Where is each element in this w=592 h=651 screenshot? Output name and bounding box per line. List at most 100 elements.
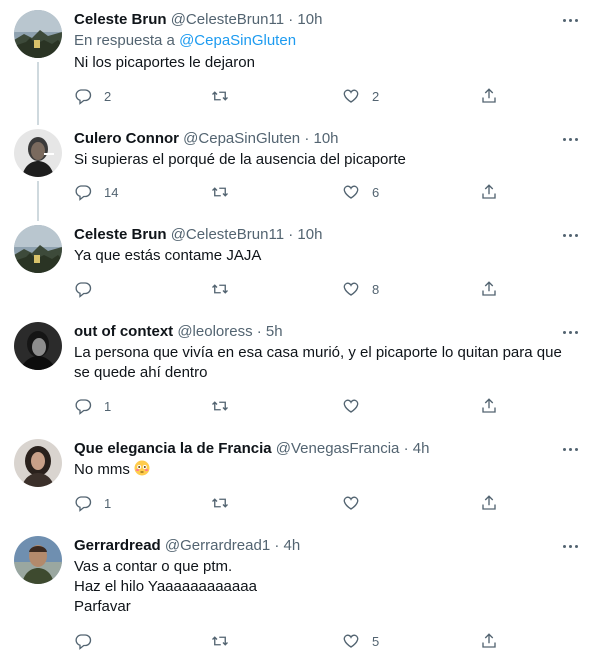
more-options-icon[interactable] <box>558 129 582 149</box>
tweet-actions: 2 2 <box>74 86 504 106</box>
display-name[interactable]: Celeste Brun <box>74 11 167 28</box>
timestamp[interactable]: · 10h <box>304 130 338 147</box>
tweet-header: Gerrardread @Gerrardread1 · 4h <box>74 536 300 556</box>
tweet-text: La persona que vivía en esa casa murió, … <box>74 343 562 383</box>
like-button[interactable]: 5 <box>342 631 379 651</box>
avatar[interactable] <box>14 129 62 177</box>
reply-button[interactable] <box>74 279 104 299</box>
heart-icon <box>343 89 359 103</box>
tweet-text: Si supieras el porqué de la ausencia del… <box>74 150 406 170</box>
tweet-actions: 14 6 <box>74 182 504 202</box>
tweet-actions: 8 <box>74 279 504 299</box>
retweet-button[interactable] <box>211 631 241 651</box>
display-name[interactable]: Que elegancia la de Francia <box>74 440 272 457</box>
retweet-icon <box>212 91 228 101</box>
tweet-text: Ya que estás contame JAJA <box>74 246 261 266</box>
avatar[interactable] <box>14 439 62 487</box>
display-name[interactable]: Culero Connor <box>74 130 179 147</box>
avatar[interactable] <box>14 536 62 584</box>
retweet-button[interactable] <box>211 279 241 299</box>
handle[interactable]: @CepaSinGluten <box>183 130 300 147</box>
display-name[interactable]: Gerrardread <box>74 537 161 554</box>
share-icon <box>482 88 496 103</box>
tweet[interactable]: Celeste Brun @CelesteBrun11 · 10h Ya que… <box>0 206 592 305</box>
reply-button[interactable] <box>74 631 104 651</box>
retweet-button[interactable] <box>211 182 241 202</box>
tweet[interactable]: Gerrardread @Gerrardread1 · 4h Vas a con… <box>0 536 592 650</box>
tweet-text-line: Si supieras el porqué de la ausencia del… <box>74 151 406 168</box>
like-button[interactable] <box>342 396 372 416</box>
like-count: 8 <box>372 281 380 297</box>
heart-icon <box>343 634 359 648</box>
share-icon <box>482 633 496 648</box>
display-name[interactable]: Celeste Brun <box>74 226 167 243</box>
tweet[interactable]: out of context @leoloress · 5h La person… <box>0 322 592 422</box>
more-options-icon[interactable] <box>558 322 582 342</box>
reply-button[interactable]: 1 <box>74 396 111 416</box>
timestamp[interactable]: · 4h <box>404 440 430 457</box>
heart-icon <box>343 399 359 413</box>
like-button[interactable] <box>342 493 372 513</box>
retweet-button[interactable] <box>211 396 241 416</box>
like-button[interactable]: 2 <box>342 86 379 106</box>
share-icon <box>482 281 496 296</box>
more-options-icon[interactable] <box>558 10 582 30</box>
tweet-actions: 1 <box>74 493 504 513</box>
avatar[interactable] <box>14 322 62 370</box>
retweet-button[interactable] <box>211 86 241 106</box>
tweet-text-line: La persona que vivía en esa casa murió, … <box>74 344 562 361</box>
timestamp[interactable]: · 5h <box>257 323 283 340</box>
handle[interactable]: @Gerrardread1 <box>165 537 270 554</box>
handle[interactable]: @CelesteBrun11 <box>171 226 284 243</box>
tweet-text-line: Vas a contar o que ptm. <box>74 558 233 575</box>
share-button[interactable] <box>480 182 498 202</box>
avatar[interactable] <box>14 225 62 273</box>
share-button[interactable] <box>480 279 498 299</box>
display-name[interactable]: out of context <box>74 323 173 340</box>
share-icon <box>482 495 496 510</box>
reply-button[interactable]: 1 <box>74 493 111 513</box>
tweet-header: Culero Connor @CepaSinGluten · 10h <box>74 129 339 149</box>
share-icon <box>482 184 496 199</box>
reply-icon <box>75 185 92 201</box>
like-button[interactable]: 8 <box>342 279 379 299</box>
reply-icon <box>75 282 92 298</box>
reply-icon <box>75 89 92 105</box>
timestamp[interactable]: · 4h <box>274 537 300 554</box>
like-count: 2 <box>372 88 380 104</box>
timestamp[interactable]: · 10h <box>288 11 322 28</box>
retweet-button[interactable] <box>211 493 241 513</box>
tweet-text-line: Parfavar <box>74 598 131 615</box>
reply-prefix: En respuesta a <box>74 32 175 49</box>
tweet-text-line: Haz el hilo Yaaaaaaaaaaaa <box>74 578 257 595</box>
tweet[interactable]: Celeste Brun @CelesteBrun11 · 10h En res… <box>0 10 592 120</box>
share-button[interactable] <box>480 631 498 651</box>
reply-count: 1 <box>104 495 112 511</box>
retweet-icon <box>212 498 228 508</box>
tweet-text: Ni los picaportes le dejaron <box>74 53 255 73</box>
handle[interactable]: @CelesteBrun11 <box>171 11 284 28</box>
timestamp[interactable]: · 10h <box>288 226 322 243</box>
tweet-text-line: se quede ahí dentro <box>74 364 208 381</box>
share-icon <box>482 398 496 413</box>
reply-button[interactable]: 2 <box>74 86 111 106</box>
tweet[interactable]: Que elegancia la de Francia @VenegasFran… <box>0 439 592 519</box>
handle[interactable]: @VenegasFrancia <box>276 440 400 457</box>
tweet-text-line: No mms <box>74 461 130 478</box>
share-button[interactable] <box>480 86 498 106</box>
reply-handle-link[interactable]: @CepaSinGluten <box>179 32 296 49</box>
avatar[interactable] <box>14 10 62 58</box>
tweet-header: Celeste Brun @CelesteBrun11 · 10h <box>74 10 322 30</box>
reply-button[interactable]: 14 <box>74 182 118 202</box>
like-button[interactable]: 6 <box>342 182 379 202</box>
more-options-icon[interactable] <box>558 439 582 459</box>
thread-line <box>37 110 39 125</box>
share-button[interactable] <box>480 396 498 416</box>
share-button[interactable] <box>480 493 498 513</box>
tweet[interactable]: Culero Connor @CepaSinGluten · 10h Si su… <box>0 110 592 219</box>
handle[interactable]: @leoloress <box>177 323 252 340</box>
more-options-icon[interactable] <box>558 225 582 245</box>
more-options-icon[interactable] <box>558 536 582 556</box>
reply-icon <box>75 634 92 650</box>
reply-icon <box>75 496 92 512</box>
